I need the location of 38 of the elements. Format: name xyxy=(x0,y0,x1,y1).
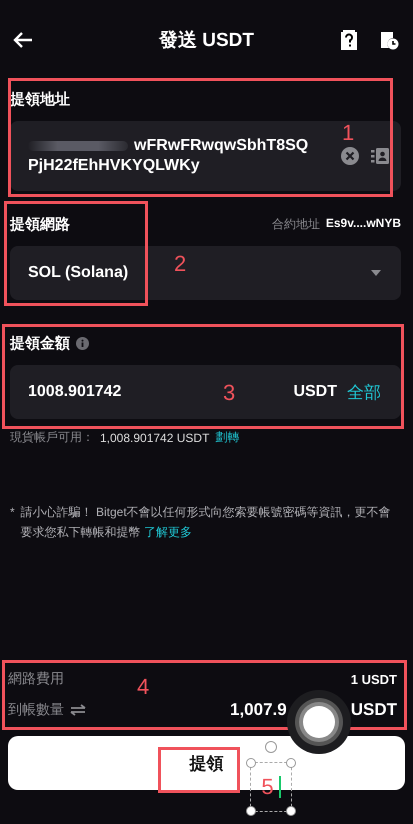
warning-text: 請小心詐騙！ Bitget不會以任何形式向您索要帳號密碼等資訊，更不會要求您私下轉帳和提幣 了解更多 xyxy=(20,504,392,541)
address-text: PjH22fEhHVKYQLWKy xyxy=(28,156,200,176)
resize-handle[interactable] xyxy=(286,806,296,816)
balance-value: 1,008.901742 USDT xyxy=(100,430,210,444)
clear-icon[interactable] xyxy=(341,147,359,165)
back-arrow-icon[interactable] xyxy=(12,31,34,49)
dropdown-caret-icon xyxy=(371,270,381,276)
annotation-number: 3 xyxy=(223,380,236,406)
field-label: 提領金額 xyxy=(10,334,70,353)
annotation-number: 4 xyxy=(137,674,150,700)
annotation-number: 2 xyxy=(174,251,186,277)
resize-handle[interactable] xyxy=(246,806,256,816)
balance-label: 現貨帳戶可用： xyxy=(10,429,94,446)
address-text: wFRwFRwqwSbhT8SQ xyxy=(134,136,308,156)
learn-more-link[interactable]: 了解更多 xyxy=(144,525,192,539)
max-link[interactable]: 全部 xyxy=(347,380,381,404)
help-document-icon[interactable] xyxy=(341,30,357,50)
page-title: 發送 USDT xyxy=(159,29,254,53)
text-cursor xyxy=(278,776,281,798)
history-clock-icon[interactable] xyxy=(379,30,399,50)
info-icon xyxy=(76,337,89,350)
annotation-number: 1 xyxy=(342,120,354,146)
field-label: 提領地址 xyxy=(10,90,71,109)
field-label: 提領網路 xyxy=(10,215,70,234)
fee-label: 網路費用 xyxy=(8,670,64,688)
unit-text: USDT xyxy=(293,383,337,401)
swap-arrows-icon[interactable] xyxy=(70,704,86,716)
fee-value: 1 USDT xyxy=(350,672,397,686)
network-value: SOL (Solana) xyxy=(28,264,128,282)
receive-unit: USDT xyxy=(350,700,397,720)
address-book-icon[interactable] xyxy=(371,147,389,165)
amount-value: 1008.901742 xyxy=(28,383,122,401)
contract-label: 合約地址 xyxy=(272,216,320,233)
receive-label: 到帳數量 xyxy=(8,701,64,719)
asterisk-mark: * xyxy=(10,504,15,521)
transfer-link[interactable]: 劃轉 xyxy=(215,429,240,446)
contract-address: Es9v....wNYB xyxy=(326,216,401,232)
receive-amount: 1,007.9 xyxy=(230,700,287,720)
